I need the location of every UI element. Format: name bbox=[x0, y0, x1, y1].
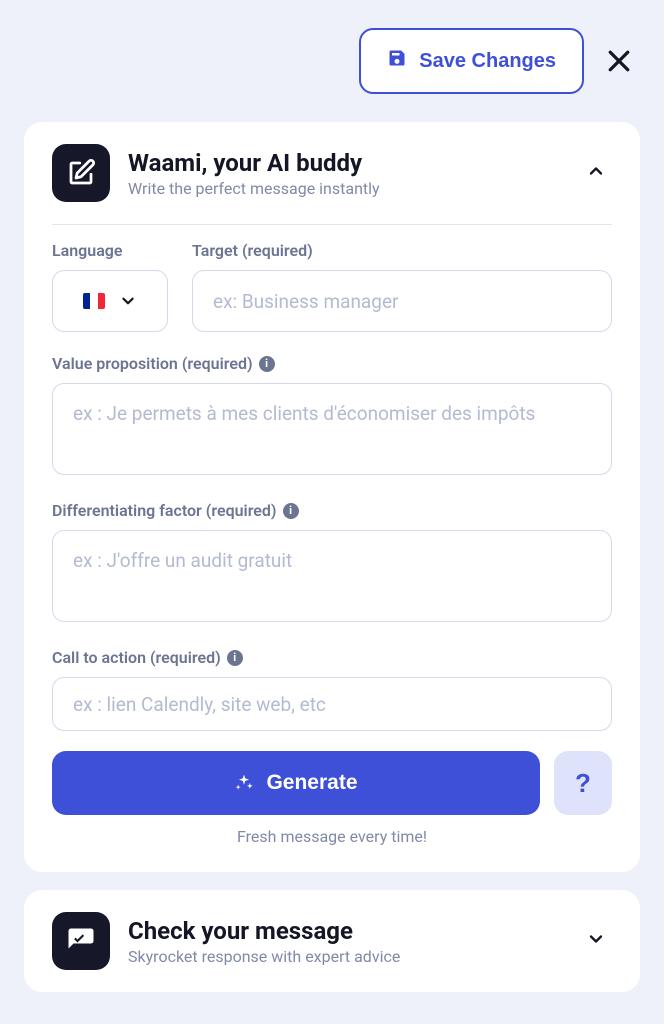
info-icon[interactable]: i bbox=[283, 503, 299, 519]
chevron-down-icon bbox=[119, 292, 137, 310]
cta-block: Call to action (required) i bbox=[52, 648, 612, 731]
chat-check-icon bbox=[66, 926, 96, 956]
cta-label: Call to action (required) i bbox=[52, 648, 612, 667]
sparkle-icon bbox=[234, 773, 254, 793]
diff-label: Differentiating factor (required) i bbox=[52, 501, 612, 520]
chevron-up-icon bbox=[586, 161, 606, 181]
waami-card: Waami, your AI buddy Write the perfect m… bbox=[24, 122, 640, 872]
cta-input[interactable] bbox=[52, 677, 612, 731]
value-block: Value proposition (required) i bbox=[52, 354, 612, 479]
close-button[interactable] bbox=[604, 46, 634, 76]
target-label: Target (required) bbox=[192, 241, 612, 260]
target-input[interactable] bbox=[192, 270, 612, 332]
save-icon bbox=[387, 48, 407, 74]
top-bar: Save Changes bbox=[0, 0, 664, 108]
check-header: Check your message Skyrocket response wi… bbox=[52, 912, 612, 970]
waami-title-block: Waami, your AI buddy Write the perfect m… bbox=[128, 149, 562, 198]
collapse-waami-button[interactable] bbox=[580, 155, 612, 191]
language-block: Language bbox=[52, 241, 168, 332]
value-label: Value proposition (required) i bbox=[52, 354, 612, 373]
value-input[interactable] bbox=[52, 383, 612, 475]
target-block: Target (required) bbox=[192, 241, 612, 332]
check-subtitle: Skyrocket response with expert advice bbox=[128, 947, 562, 966]
save-button-label: Save Changes bbox=[419, 50, 556, 73]
info-icon[interactable]: i bbox=[227, 650, 243, 666]
language-target-row: Language Target (required) bbox=[52, 241, 612, 332]
waami-subtitle: Write the perfect message instantly bbox=[128, 179, 562, 198]
language-label: Language bbox=[52, 241, 168, 260]
info-icon[interactable]: i bbox=[259, 356, 275, 372]
check-title: Check your message bbox=[128, 917, 562, 945]
diff-block: Differentiating factor (required) i bbox=[52, 501, 612, 626]
diff-input[interactable] bbox=[52, 530, 612, 622]
waami-header: Waami, your AI buddy Write the perfect m… bbox=[52, 144, 612, 202]
expand-check-button[interactable] bbox=[580, 923, 612, 959]
waami-title: Waami, your AI buddy bbox=[128, 149, 562, 177]
waami-icon bbox=[52, 144, 110, 202]
flag-france-icon bbox=[83, 293, 105, 309]
edit-icon bbox=[66, 158, 96, 188]
check-card: Check your message Skyrocket response wi… bbox=[24, 890, 640, 992]
save-changes-button[interactable]: Save Changes bbox=[359, 28, 584, 94]
fresh-message-hint: Fresh message every time! bbox=[52, 827, 612, 846]
generate-row: Generate ? bbox=[52, 751, 612, 815]
help-button[interactable]: ? bbox=[554, 751, 612, 815]
close-icon bbox=[604, 46, 634, 76]
generate-label: Generate bbox=[266, 771, 357, 795]
check-icon-box bbox=[52, 912, 110, 970]
generate-button[interactable]: Generate bbox=[52, 751, 540, 815]
chevron-down-icon bbox=[586, 929, 606, 949]
language-select[interactable] bbox=[52, 270, 168, 332]
divider bbox=[52, 224, 612, 225]
check-title-block: Check your message Skyrocket response wi… bbox=[128, 917, 562, 966]
